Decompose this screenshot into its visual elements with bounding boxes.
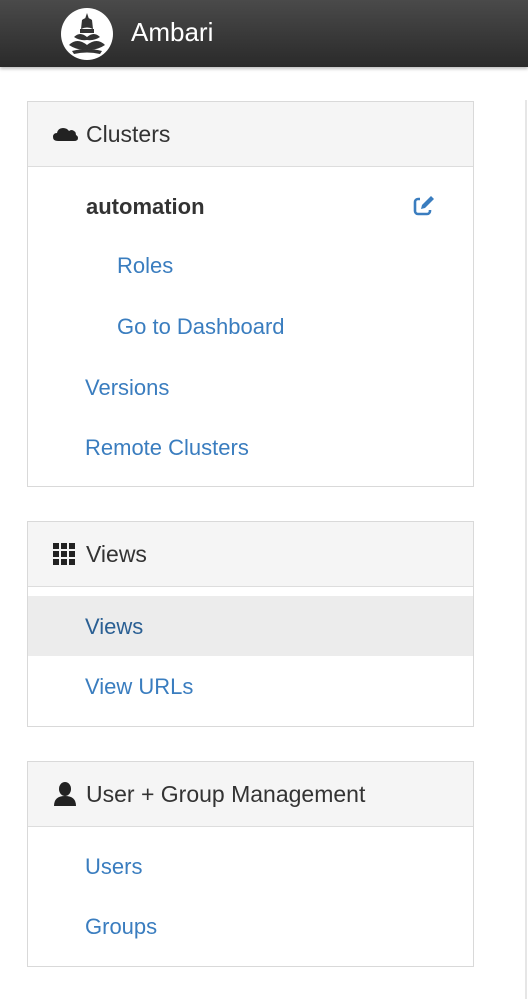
cloud-icon xyxy=(53,128,78,141)
content-divider xyxy=(525,100,527,999)
remote-clusters-link[interactable]: Remote Clusters xyxy=(85,434,249,462)
user-icon xyxy=(54,782,76,806)
ambari-logo-icon[interactable] xyxy=(60,7,114,61)
cluster-name: automation xyxy=(86,194,205,219)
groups-link[interactable]: Groups xyxy=(85,913,157,941)
go-to-dashboard-link[interactable]: Go to Dashboard xyxy=(117,313,285,341)
view-urls-link[interactable]: View URLs xyxy=(85,673,193,701)
edit-icon[interactable] xyxy=(412,194,436,218)
clusters-panel: Clusters automation Roles Go to Dashboar… xyxy=(27,101,474,487)
top-navbar: Ambari xyxy=(0,0,528,67)
views-panel-title: Views xyxy=(86,541,147,567)
user-group-panel-title: User + Group Management xyxy=(86,781,366,807)
user-group-panel-heading: User + Group Management xyxy=(28,762,473,827)
roles-link[interactable]: Roles xyxy=(117,252,173,280)
views-link[interactable]: Views xyxy=(85,613,143,641)
views-panel: Views Views View URLs xyxy=(27,521,474,727)
brand-name[interactable]: Ambari xyxy=(131,13,213,51)
user-group-panel: User + Group Management Users Groups xyxy=(27,761,474,967)
clusters-panel-title: Clusters xyxy=(86,121,171,147)
versions-link[interactable]: Versions xyxy=(85,374,169,402)
views-panel-heading: Views xyxy=(28,522,473,587)
clusters-panel-heading: Clusters xyxy=(28,102,473,167)
grid-icon xyxy=(53,543,75,565)
users-link[interactable]: Users xyxy=(85,853,142,881)
